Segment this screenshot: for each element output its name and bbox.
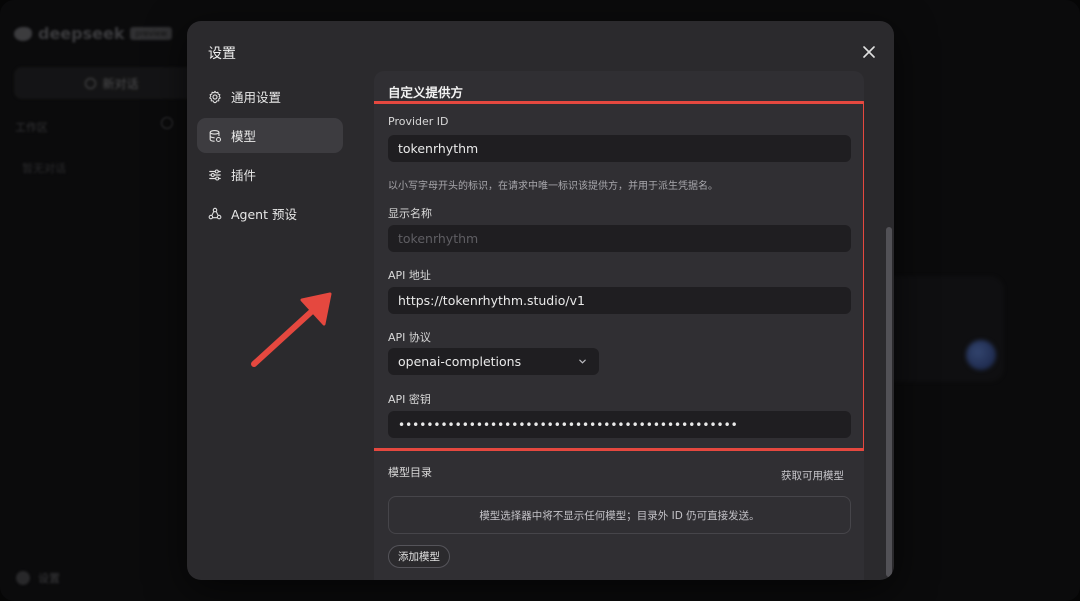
- api-protocol-value: openai-completions: [398, 354, 522, 369]
- api-key-input[interactable]: ••••••••••••••••••••••••••••••••••••••••…: [388, 411, 851, 438]
- nav-item-plugins[interactable]: 插件: [197, 157, 343, 192]
- gear-icon: [209, 90, 221, 103]
- api-key-label: API 密钥: [388, 393, 431, 406]
- provider-id-input[interactable]: [388, 135, 851, 162]
- close-icon: [863, 46, 875, 58]
- api-protocol-select[interactable]: openai-completions: [388, 348, 599, 375]
- model-directory-label: 模型目录: [388, 466, 432, 479]
- scrollbar-thumb[interactable]: [886, 227, 892, 577]
- empty-state-text: 模型选择器中将不显示任何模型；目录外 ID 仍可直接发送。: [479, 509, 760, 522]
- agent-icon: [208, 207, 222, 219]
- nav-item-label: 插件: [231, 168, 257, 183]
- nav-item-general[interactable]: 通用设置: [197, 79, 343, 114]
- model-list-empty-state: 模型选择器中将不显示任何模型；目录外 ID 仍可直接发送。: [388, 496, 851, 534]
- settings-nav: 通用设置 模型 插件 Agent 预设: [197, 79, 343, 235]
- close-button[interactable]: [860, 43, 878, 61]
- nav-item-label: 模型: [231, 129, 257, 144]
- settings-modal: 设置 通用设置 模型 插件 Agent 预设 自定义提供方 Provider I…: [187, 21, 894, 580]
- api-url-label: API 地址: [388, 269, 431, 282]
- sliders-icon: [209, 168, 221, 181]
- provider-id-hint: 以小写字母开头的标识，在请求中唯一标识该提供方，并用于派生凭据名。: [388, 181, 718, 192]
- api-protocol-label: API 协议: [388, 331, 431, 344]
- modal-title: 设置: [208, 46, 236, 62]
- settings-content-panel[interactable]: 自定义提供方 Provider ID 以小写字母开头的标识，在请求中唯一标识该提…: [374, 71, 864, 580]
- nav-item-label: 通用设置: [231, 90, 282, 105]
- nav-item-label: Agent 预设: [231, 207, 297, 222]
- add-model-button[interactable]: 添加模型: [388, 545, 450, 568]
- chevron-down-icon: [579, 359, 586, 364]
- fetch-models-link[interactable]: 获取可用模型: [781, 468, 844, 483]
- section-title: 自定义提供方: [388, 85, 464, 100]
- scrollbar[interactable]: [886, 71, 892, 580]
- display-name-input[interactable]: [388, 225, 851, 252]
- nav-item-agent-presets[interactable]: Agent 预设: [197, 196, 343, 231]
- api-url-input[interactable]: [388, 287, 851, 314]
- display-name-label: 显示名称: [388, 207, 432, 220]
- database-icon: [209, 129, 222, 142]
- nav-item-models[interactable]: 模型: [197, 118, 343, 153]
- provider-id-label: Provider ID: [388, 115, 449, 128]
